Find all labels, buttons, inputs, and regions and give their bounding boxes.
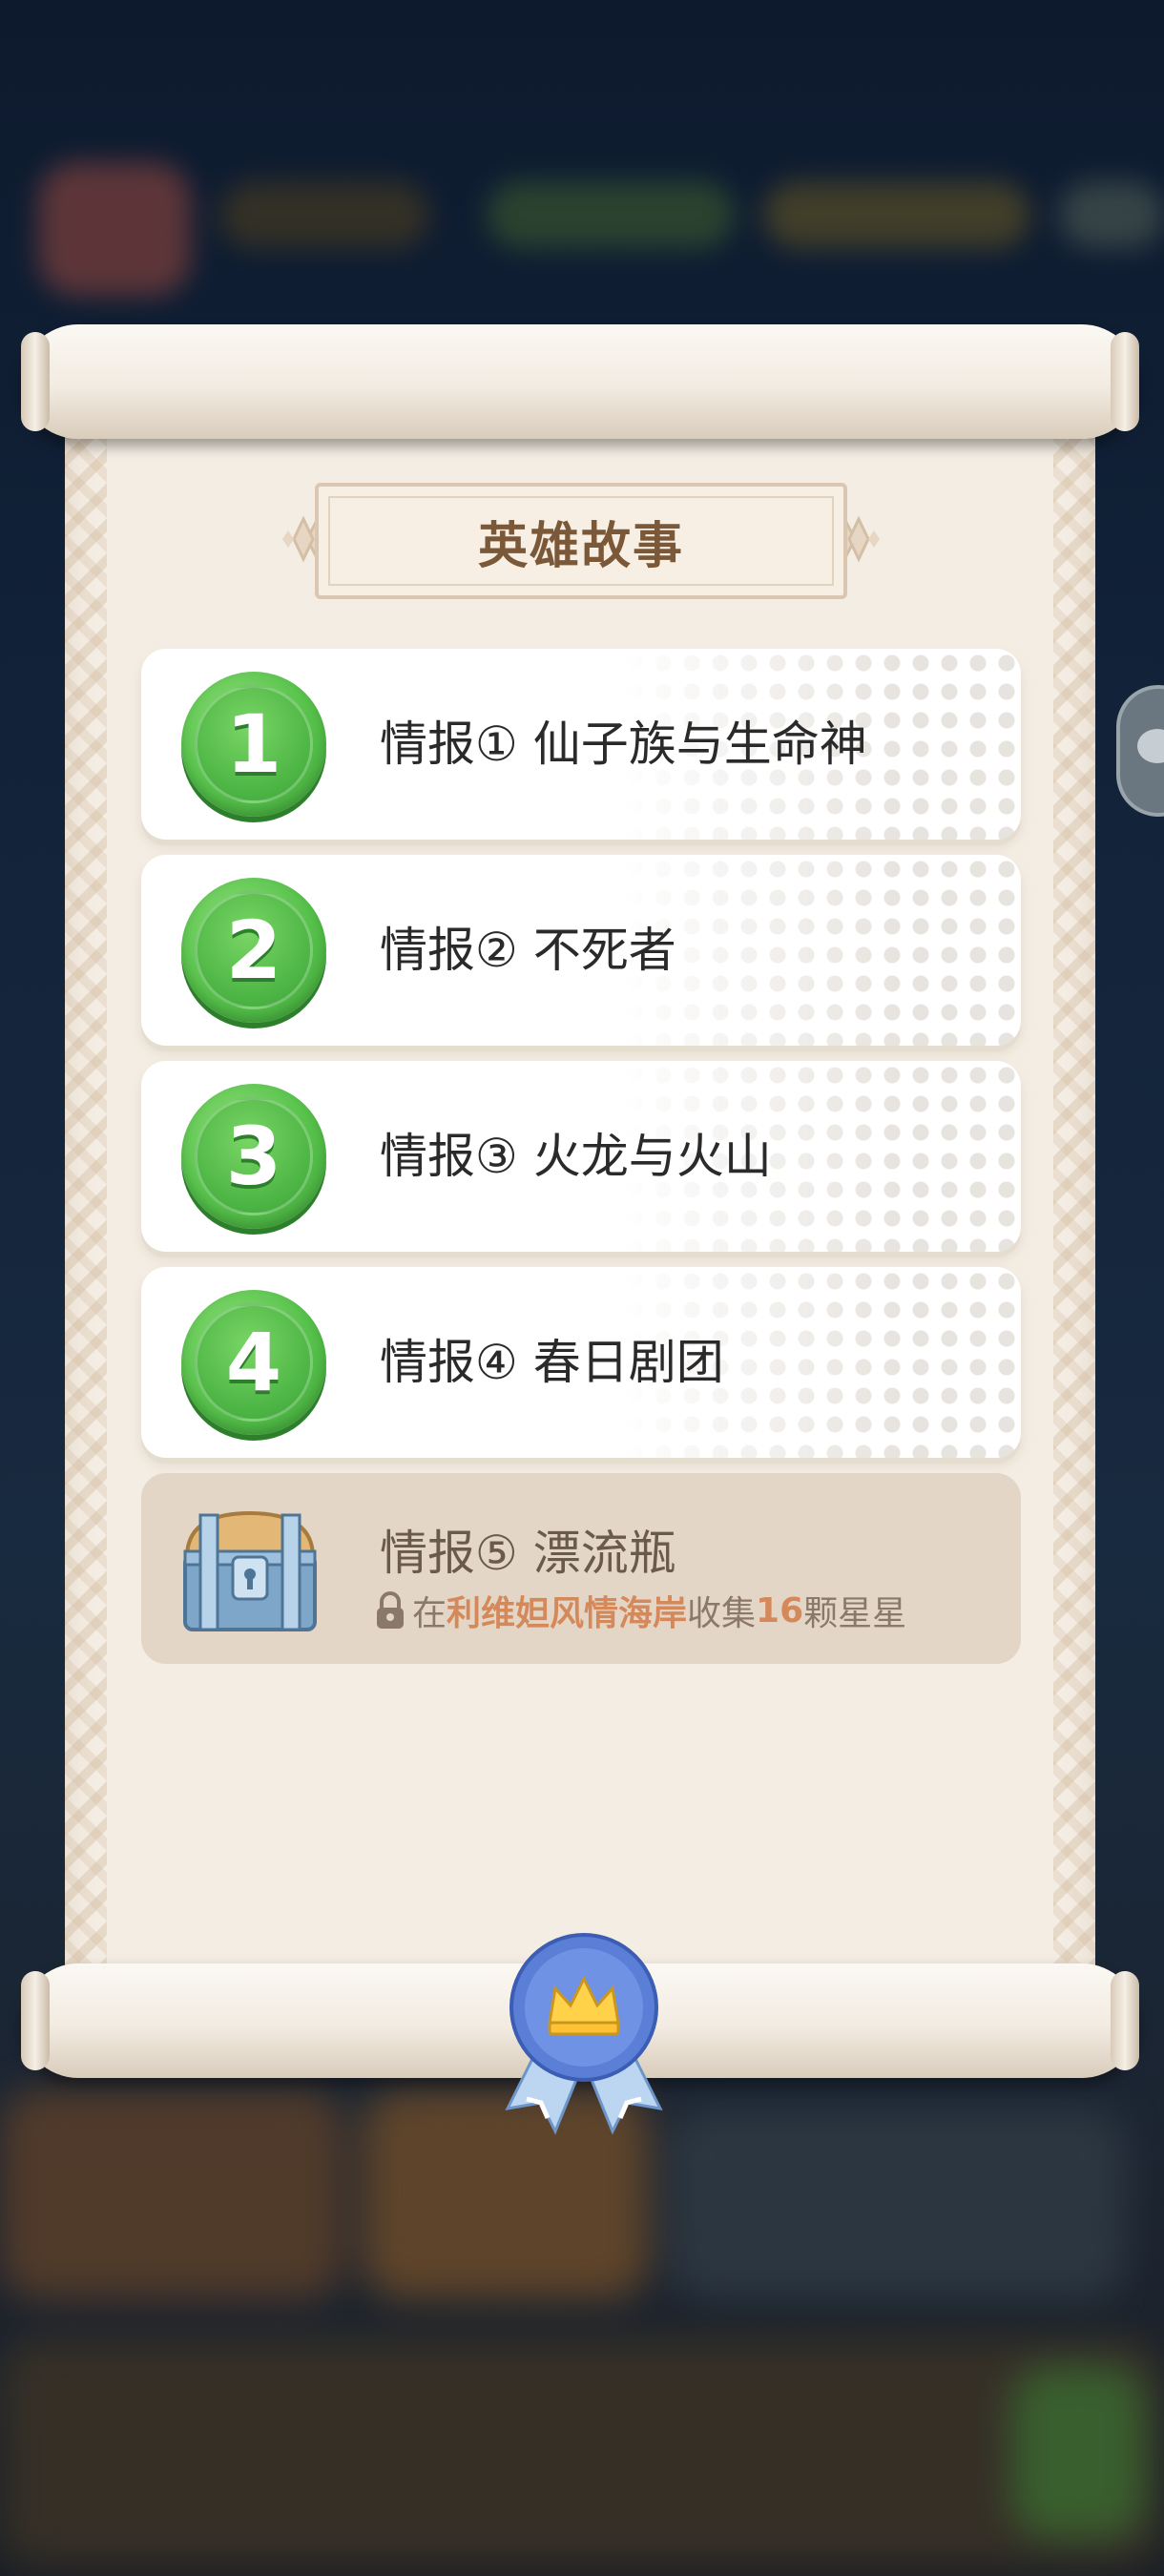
scroll-top-roll (21, 324, 1139, 439)
chat-icon (1137, 729, 1164, 763)
crown-medal-icon (505, 1933, 663, 2135)
story-item-1[interactable]: 1 情报① 仙子族与生命神 (141, 649, 1021, 840)
story-label: 情报④ 春日剧团 (380, 1335, 724, 1390)
panel-title: 英雄故事 (477, 517, 684, 575)
story-item-3[interactable]: 3 情报③ 火龙与火山 (141, 1061, 1021, 1252)
lock-icon (377, 1591, 404, 1629)
number-badge-icon: 1 (181, 672, 326, 817)
required-location: 利维妲风情海岸 (447, 1594, 688, 1633)
unlock-requirement: 在利维妲风情海岸 收集 16 颗星星 (374, 1586, 906, 1635)
story-label: 情报② 不死者 (380, 923, 676, 978)
background-top-bar (0, 143, 1164, 315)
number-badge-icon: 2 (181, 878, 326, 1023)
required-star-count: 16 (756, 1590, 804, 1631)
story-item-2[interactable]: 2 情报② 不死者 (141, 855, 1021, 1046)
story-label: 情报① 仙子族与生命神 (380, 717, 867, 772)
panel-title-plaque: 英雄故事 (315, 483, 847, 599)
story-item-4[interactable]: 4 情报④ 春日剧团 (141, 1267, 1021, 1458)
number-badge-icon: 4 (181, 1290, 326, 1435)
chat-button[interactable] (1116, 685, 1164, 817)
chest-icon (183, 1510, 317, 1631)
story-label: 情报③ 火龙与火山 (380, 1129, 772, 1184)
story-item-locked[interactable]: 情报⑤ 漂流瓶 在利维妲风情海岸 收集 16 颗星星 (141, 1473, 1021, 1664)
locked-story-label: 情报⑤ 漂流瓶 (380, 1526, 676, 1581)
number-badge-icon: 3 (181, 1084, 326, 1229)
